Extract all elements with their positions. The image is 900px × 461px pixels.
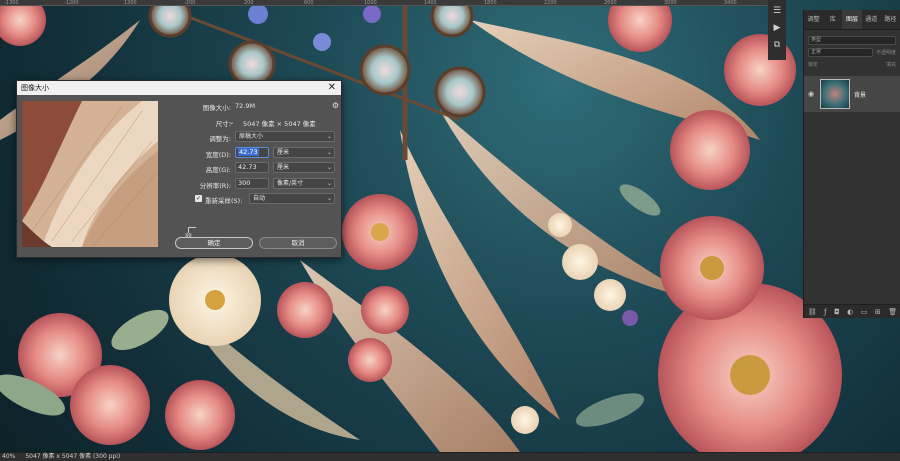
resolution-value: 300 xyxy=(238,178,251,187)
width-unit-select[interactable]: 厘米 ⌄ xyxy=(273,146,335,158)
height-label: 高度(G): xyxy=(205,166,231,174)
link-icon[interactable]: ⛓ xyxy=(808,308,817,316)
zoom-level[interactable]: 40% xyxy=(2,453,15,461)
resolution-unit: 像素/英寸 xyxy=(277,179,304,187)
image-size-dialog: 图像大小 ✕ 图像大小: 72.9M ⚙ 尺寸: ⌄ 5047 像素 × 504… xyxy=(16,80,342,258)
opacity-label: 不透明度 xyxy=(875,49,896,56)
width-row: 宽度(D): 42.73 厘米 ⌄ xyxy=(167,146,339,162)
layer-thumbnail xyxy=(820,79,850,109)
width-unit: 厘米 xyxy=(277,148,290,156)
resample-row: ✓ 重新采样(S): 自动 ⌄ xyxy=(167,192,339,208)
status-bar: 40% 5047 像素 x 5047 像素 (300 ppi) xyxy=(0,452,900,461)
dimensions-value: 5047 像素 × 5047 像素 xyxy=(243,119,316,128)
chevron-down-icon: ⌄ xyxy=(326,133,332,140)
resample-select[interactable]: 自动 ⌄ xyxy=(249,193,335,204)
filter-row: 类型 xyxy=(804,34,900,46)
fx-icon[interactable]: ƒ xyxy=(824,308,826,316)
width-label: 宽度(D): xyxy=(205,150,231,159)
play-icon[interactable]: ▶ xyxy=(772,23,783,34)
panel-tabs: 调整 库 图层 通道 路径 xyxy=(804,10,900,30)
tab-channels[interactable]: 通道 xyxy=(862,10,881,29)
resolution-row: 分辨率(R): 300 像素/英寸 ⌄ xyxy=(167,177,339,193)
menu-icon[interactable]: ☰ xyxy=(772,6,783,17)
fill-label: 填充 xyxy=(885,61,896,68)
resample-value: 自动 xyxy=(253,195,266,202)
document-info[interactable]: 5047 像素 x 5047 像素 (300 ppi) xyxy=(25,453,120,461)
arrange-icon[interactable]: ⧉ xyxy=(772,40,783,51)
width-input[interactable]: 42.73 xyxy=(235,146,269,158)
tab-layers[interactable]: 图层 xyxy=(842,10,862,29)
dimensions-row: 尺寸: ⌄ 5047 像素 × 5047 像素 xyxy=(167,115,339,131)
cancel-button[interactable]: 取消 xyxy=(259,237,337,249)
preview-artwork xyxy=(22,101,158,247)
image-size-form: 图像大小: 72.9M ⚙ 尺寸: ⌄ 5047 像素 × 5047 像素 调整… xyxy=(167,99,339,208)
tab-paths[interactable]: 路径 xyxy=(881,10,900,29)
image-preview[interactable] xyxy=(22,101,158,247)
layer-kind-filter[interactable]: 类型 xyxy=(808,35,896,45)
close-icon[interactable]: ✕ xyxy=(328,81,336,95)
trash-icon[interactable]: 🗑 xyxy=(888,308,897,316)
blend-mode-select[interactable]: 正常 xyxy=(808,47,873,57)
fit-to-row: 调整为: 原稿大小 ⌄ xyxy=(167,130,339,146)
group-icon[interactable]: ▭ xyxy=(861,308,868,316)
tab-adjustments[interactable]: 调整 xyxy=(804,10,823,29)
ok-button[interactable]: 确定 xyxy=(175,237,253,249)
resolution-input[interactable]: 300 xyxy=(235,177,269,189)
dialog-title: 图像大小 xyxy=(21,84,49,92)
fit-to-label: 调整为: xyxy=(209,135,231,143)
panel-toolstrip: ☰ ▶ ⧉ xyxy=(768,0,786,60)
image-size-label: 图像大小: xyxy=(202,104,231,112)
layer-name: 背景 xyxy=(854,91,867,99)
image-size-value: 72.9M xyxy=(235,102,256,110)
lock-label: 锁定 xyxy=(808,61,819,68)
mask-icon[interactable]: ◘ xyxy=(834,308,840,316)
height-value: 42.73 xyxy=(238,163,257,171)
layers-panel: 调整 库 图层 通道 路径 类型 正常 不透明度 锁定 填充 ◉ 背景 ⛓ ƒ … xyxy=(803,10,900,318)
resolution-unit-select[interactable]: 像素/英寸 ⌄ xyxy=(273,177,335,189)
chevron-down-icon[interactable]: ⌄ xyxy=(229,118,234,126)
height-unit: 厘米 xyxy=(277,164,290,171)
layer-row-background[interactable]: ◉ 背景 xyxy=(804,76,900,112)
lock-row: 锁定 填充 xyxy=(804,58,900,70)
height-unit-select[interactable]: 厘米 ⌄ xyxy=(273,162,335,173)
visibility-eye-icon[interactable]: ◉ xyxy=(808,90,816,98)
dialog-titlebar[interactable]: 图像大小 ✕ xyxy=(17,81,341,95)
width-value: 42.73 xyxy=(238,147,259,156)
adjustment-icon[interactable]: ◐ xyxy=(847,308,853,316)
resample-checkbox[interactable]: ✓ xyxy=(195,195,202,202)
fit-to-value: 原稿大小 xyxy=(239,133,264,140)
new-layer-icon[interactable]: ⊞ xyxy=(875,308,881,316)
gear-icon[interactable]: ⚙ xyxy=(332,101,339,110)
resample-label: 重新采样(S): xyxy=(205,197,243,205)
layers-footer: ⛓ ƒ ◘ ◐ ▭ ⊞ 🗑 xyxy=(804,304,900,318)
horizontal-ruler: -1300 -1200 1300 -200 200 600 1000 1400 1800 2200… xyxy=(0,0,768,6)
resolution-label: 分辨率(R): xyxy=(199,181,231,190)
mode-row: 正常 不透明度 xyxy=(804,46,900,58)
chevron-down-icon: ⌄ xyxy=(326,195,332,202)
tab-libraries[interactable]: 库 xyxy=(823,10,842,29)
height-input[interactable]: 42.73 xyxy=(235,162,269,173)
image-size-row: 图像大小: 72.9M ⚙ xyxy=(167,99,339,115)
fit-to-select[interactable]: 原稿大小 ⌄ xyxy=(235,131,335,142)
chevron-down-icon: ⌄ xyxy=(326,179,332,187)
chevron-down-icon: ⌄ xyxy=(326,164,332,171)
chevron-down-icon: ⌄ xyxy=(326,148,332,156)
height-row: 高度(G): 42.73 厘米 ⌄ xyxy=(167,161,339,177)
